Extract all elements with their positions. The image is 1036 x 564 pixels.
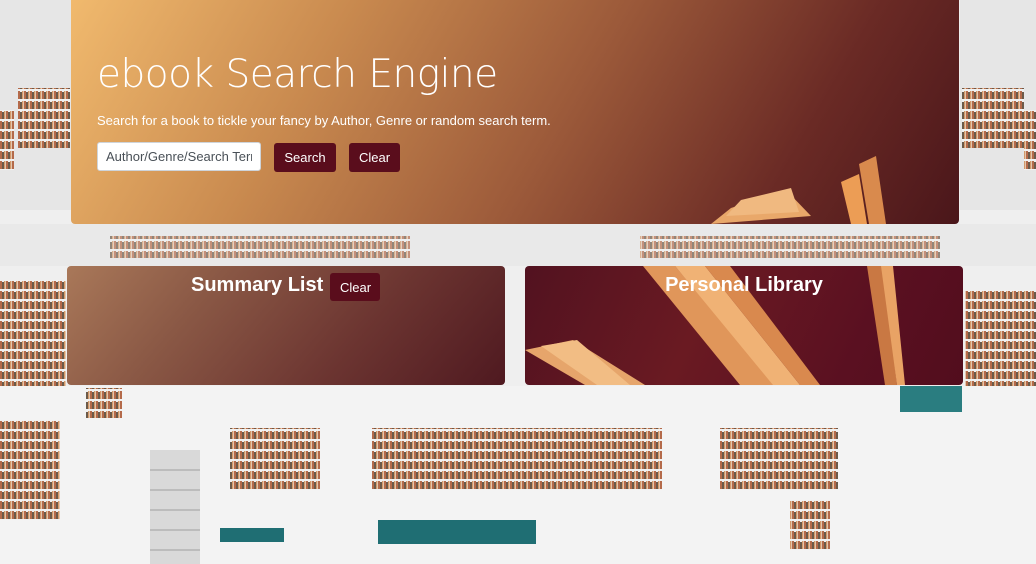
page-title: ebook Search Engine xyxy=(97,52,498,97)
summary-list-panel: Summary List Clear xyxy=(67,266,505,385)
summary-clear-button[interactable]: Clear xyxy=(330,273,380,301)
summary-list-title: Summary List xyxy=(191,274,324,296)
clear-button[interactable]: Clear xyxy=(349,143,400,172)
header-jumbotron: ebook Search Engine Search for a book to… xyxy=(71,0,959,224)
open-book-image xyxy=(711,156,886,224)
search-button[interactable]: Search xyxy=(274,143,336,172)
personal-library-title: Personal Library xyxy=(665,274,823,296)
search-input[interactable] xyxy=(97,142,261,171)
personal-library-panel: Personal Library xyxy=(525,266,963,385)
page-subtitle: Search for a book to tickle your fancy b… xyxy=(97,113,551,128)
